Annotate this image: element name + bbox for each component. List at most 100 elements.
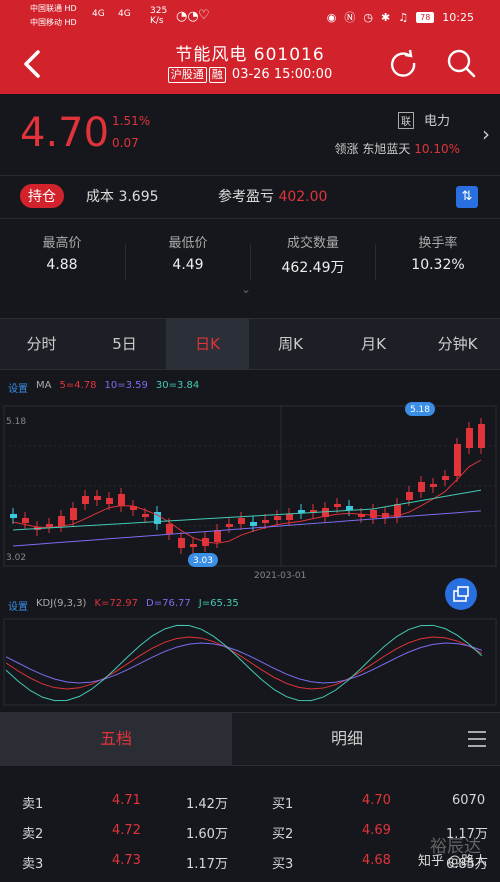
menu-icon[interactable] [466, 729, 488, 749]
ma10-value: 10=3.59 [104, 380, 148, 391]
chart-tabs: 分时 5日 日K 周K 月K 分钟K [0, 318, 500, 370]
sell1-price: 4.71 [112, 793, 141, 808]
ma-settings-link[interactable]: 设置 [8, 380, 28, 395]
ma5-value: 5=4.78 [59, 380, 97, 391]
margin-tag: 融 [208, 67, 226, 83]
alarm-icon: ◷ [363, 10, 374, 24]
tab-minute-k[interactable]: 分钟K [415, 319, 500, 369]
stat-low-value: 4.49 [172, 257, 204, 273]
chart-top-label: 5.18 [6, 417, 26, 427]
candle [478, 424, 485, 448]
buy3-price: 4.68 [362, 853, 391, 868]
sort-icon[interactable]: ⇅ [456, 186, 478, 208]
kdj-j-value: J=65.35 [198, 598, 239, 609]
search-icon[interactable] [446, 48, 476, 78]
expand-chevron-icon[interactable]: ⌄ [241, 282, 251, 296]
low-marker-label: 3.03 [193, 556, 213, 566]
candle [274, 516, 281, 520]
candle [466, 428, 473, 448]
candle [82, 496, 89, 504]
ma-label: MA [36, 380, 52, 391]
candle [286, 514, 293, 520]
holding-bar: 持仓 成本 3.695 参考盈亏 402.00 ⇅ [0, 175, 500, 219]
candle [406, 492, 413, 500]
holding-button[interactable]: 持仓 [20, 184, 64, 208]
chart-date-label: 2021-03-01 [254, 571, 306, 581]
pnl-info: 参考盈亏 402.00 [218, 186, 327, 206]
candle [190, 544, 197, 547]
tab-monthly-k[interactable]: 月K [332, 319, 415, 369]
net-speed-unit: K/s [150, 16, 164, 26]
refresh-icon[interactable] [388, 48, 418, 78]
candle [178, 538, 185, 548]
candle [166, 524, 173, 534]
kdj-settings-link[interactable]: 设置 [8, 598, 28, 613]
chevron-right-icon[interactable]: › [482, 122, 490, 146]
candle [370, 510, 377, 518]
leader-name: 东旭蓝天 [362, 142, 411, 156]
link-tag: 联 [398, 112, 414, 129]
cost-info: 成本 3.695 [86, 186, 159, 206]
stat-volume-label: 成交数量 [286, 236, 339, 251]
kdj-k-value: K=72.97 [94, 598, 139, 609]
net-speed-value: 325 [150, 6, 168, 16]
battery-icon: 78 [416, 11, 435, 23]
current-price: 4.70 [20, 110, 110, 156]
candle [382, 513, 389, 518]
stat-turnover: 换手率 10.32% [376, 232, 500, 273]
stat-volume-value: 462.49万 [281, 260, 345, 276]
layout-switch-icon[interactable] [445, 578, 477, 610]
tab-weekly-k[interactable]: 周K [249, 319, 332, 369]
industry-link[interactable]: 联电力 [398, 110, 450, 129]
candle [334, 504, 341, 507]
bluetooth-icon: ✱ [381, 10, 391, 24]
quote-datetime: 03-26 15:00:00 [231, 67, 333, 82]
zhihu-watermark: 知乎 @路人 [418, 854, 488, 869]
candle [106, 498, 113, 504]
pnl-label: 参考盈亏 [218, 189, 274, 205]
candle [418, 482, 425, 492]
leader-pct: 10.10% [414, 142, 460, 156]
hk-connect-tag: 沪股通 [167, 67, 207, 83]
stat-low: 最低价 4.49 [126, 232, 250, 273]
stat-high-value: 4.88 [46, 257, 78, 273]
candle [430, 484, 437, 487]
buy3-label: 买3 [272, 857, 294, 872]
stat-high: 最高价 4.88 [0, 232, 124, 273]
stat-high-label: 最高价 [42, 236, 82, 251]
tab-daily-k[interactable]: 日K [166, 319, 249, 369]
sell2-price: 4.72 [112, 823, 141, 838]
buy1-label: 买1 [272, 797, 294, 812]
sell1-label: 卖1 [22, 797, 44, 812]
buy1-volume: 6070 [452, 793, 486, 808]
candle [70, 508, 77, 520]
ma-legend: 设置 MA 5=4.78 10=3.59 30=3.84 [8, 380, 199, 395]
clock: 10:25 [442, 10, 474, 24]
candlestick-chart[interactable]: 5.18 3.02 2021-03-01 5.18 3.03 [0, 398, 500, 588]
candle [250, 522, 257, 526]
eye-icon: ◉ [326, 10, 337, 24]
kdj-chart[interactable] [0, 615, 500, 710]
candle [226, 524, 233, 527]
sector-leader[interactable]: 领涨 东旭蓝天 10.10% [335, 140, 460, 157]
tab-timeshare[interactable]: 分时 [0, 319, 83, 369]
price-change: 0.07 [112, 136, 139, 150]
tab-five-levels[interactable]: 五档 [0, 713, 232, 765]
candle [442, 476, 449, 480]
candle [142, 514, 149, 517]
tab-5day[interactable]: 5日 [83, 319, 166, 369]
price-change-pct: 1.51% [112, 114, 151, 128]
candle [262, 520, 269, 523]
signal-type: 4G [92, 9, 105, 19]
candle [214, 530, 221, 542]
carrier-2: 中国移动 HD [30, 18, 77, 27]
quote-stats: 最高价 4.88 最低价 4.49 成交数量 462.49万 换手率 10.32… [0, 226, 500, 304]
sell3-price: 4.73 [112, 853, 141, 868]
orderbook-row: 卖2 4.72 1.60万 买2 4.69 1.17万 [0, 823, 500, 845]
orderbook-row: 卖1 4.71 1.42万 买1 4.70 6070 [0, 793, 500, 815]
buy1-price: 4.70 [362, 793, 391, 808]
nfc-icon: Ⓝ [344, 11, 356, 24]
health-icon: ♡ [198, 8, 210, 23]
kdj-name: KDJ(9,3,3) [36, 598, 87, 609]
tab-details[interactable]: 明细 [232, 713, 462, 765]
